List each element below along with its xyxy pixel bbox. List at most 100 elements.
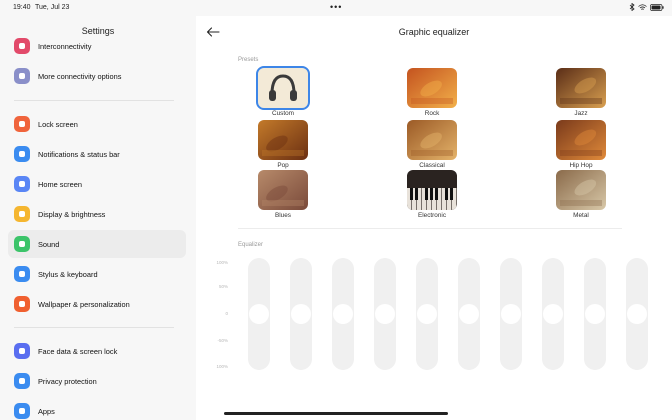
eq-band-knob[interactable]: [501, 304, 521, 324]
preset-hip-hop[interactable]: Hip Hop: [546, 120, 616, 169]
eq-band-knob[interactable]: [417, 304, 437, 324]
settings-item-label: Interconnectivity: [38, 41, 92, 51]
eq-scale-label: 100%: [216, 260, 228, 265]
preset-blues-image: [258, 170, 308, 210]
eq-band-slider[interactable]: [542, 258, 564, 370]
status-bar: 19:40 Tue, Jul 23 •••: [0, 0, 672, 16]
settings-item-display[interactable]: Display & brightness: [8, 200, 186, 228]
settings-item-face-data[interactable]: Face data & screen lock: [8, 337, 186, 365]
preset-metal-image: [556, 170, 606, 210]
preset-metal[interactable]: Metal: [546, 170, 616, 219]
home-screen-icon: [14, 176, 30, 192]
preset-hip-hop-image: [556, 120, 606, 160]
preset-label: Jazz: [574, 110, 588, 117]
eq-scale-label: 100%: [216, 364, 228, 369]
settings-item-label: Lock screen: [38, 119, 78, 129]
preset-label: Classical: [419, 162, 445, 169]
system-icons: [629, 3, 664, 11]
settings-item-lock-screen[interactable]: Lock screen: [8, 110, 186, 138]
preset-jazz[interactable]: Jazz: [546, 68, 616, 117]
preset-electronic[interactable]: Electronic: [397, 170, 467, 219]
section-divider: [238, 228, 622, 229]
preset-electronic-image: [407, 170, 457, 210]
display-icon: [14, 206, 30, 222]
eq-band-knob[interactable]: [585, 304, 605, 324]
preset-pop[interactable]: Pop: [248, 120, 318, 169]
settings-item-more-connectivity[interactable]: More connectivity options: [8, 62, 186, 90]
eq-scale-label: 50%: [218, 284, 228, 289]
status-time: 19:40: [13, 4, 31, 11]
eq-band-slider[interactable]: [248, 258, 270, 370]
privacy-icon: [14, 373, 30, 389]
settings-item-wallpaper[interactable]: Wallpaper & personalization: [8, 290, 186, 318]
eq-band-knob[interactable]: [249, 304, 269, 324]
tablet-screen: 19:40 Tue, Jul 23 ••• Settings Interconn…: [0, 0, 672, 420]
settings-item-interconnectivity[interactable]: Interconnectivity: [8, 32, 186, 60]
eq-band-slider[interactable]: [500, 258, 522, 370]
apps-icon: [14, 403, 30, 419]
lock-screen-icon: [14, 116, 30, 132]
eq-band-slider[interactable]: [458, 258, 480, 370]
preset-jazz-image: [556, 68, 606, 108]
eq-band-knob[interactable]: [459, 304, 479, 324]
battery-icon: [650, 3, 664, 11]
settings-item-apps[interactable]: Apps: [8, 397, 186, 420]
preset-rock[interactable]: Rock: [397, 68, 467, 117]
eq-band-knob[interactable]: [543, 304, 563, 324]
settings-pane: Settings Interconnectivity More connectiv…: [0, 16, 196, 420]
eq-band-knob[interactable]: [333, 304, 353, 324]
preset-pop-image: [258, 120, 308, 160]
preset-label: Blues: [275, 212, 291, 219]
presets-section-label: Presets: [238, 57, 259, 63]
settings-item-home-screen[interactable]: Home screen: [8, 170, 186, 198]
eq-band-slider[interactable]: [626, 258, 648, 370]
settings-item-label: Wallpaper & personalization: [38, 299, 130, 309]
eq-band-knob[interactable]: [375, 304, 395, 324]
settings-divider: [14, 100, 174, 101]
preset-custom-image: [256, 66, 310, 110]
bluetooth-icon: [629, 3, 635, 11]
preset-classical[interactable]: Classical: [397, 120, 467, 169]
settings-item-label: Face data & screen lock: [38, 346, 118, 356]
wifi-icon: [638, 3, 647, 10]
equalizer-pane: Graphic equalizer Presets Custom Rock Jazz…: [196, 16, 672, 420]
eq-band-slider[interactable]: [584, 258, 606, 370]
status-date: Tue, Jul 23: [35, 4, 70, 11]
eq-band-slider[interactable]: [416, 258, 438, 370]
preset-blues[interactable]: Blues: [248, 170, 318, 219]
sound-icon: [14, 236, 30, 252]
preset-label: Pop: [277, 162, 289, 169]
settings-item-label: Stylus & keyboard: [38, 269, 98, 279]
settings-item-label: Notifications & status bar: [38, 149, 120, 159]
eq-band-knob[interactable]: [291, 304, 311, 324]
notifications-icon: [14, 146, 30, 162]
settings-item-label: Privacy protection: [38, 376, 97, 386]
eq-band-slider[interactable]: [374, 258, 396, 370]
stylus-keyboard-icon: [14, 266, 30, 282]
preset-label: Metal: [573, 212, 589, 219]
eq-band-knob[interactable]: [627, 304, 647, 324]
settings-item-label: Sound: [38, 239, 60, 249]
settings-item-label: Display & brightness: [38, 209, 106, 219]
home-indicator[interactable]: [224, 412, 448, 415]
preset-label: Electronic: [417, 212, 447, 219]
preset-classical-image: [407, 120, 457, 160]
eq-band-slider[interactable]: [332, 258, 354, 370]
more-dots-icon[interactable]: •••: [330, 2, 342, 12]
wallpaper-icon: [14, 296, 30, 312]
preset-custom[interactable]: Custom: [248, 66, 318, 117]
settings-item-notifications[interactable]: Notifications & status bar: [8, 140, 186, 168]
preset-label: Custom: [271, 110, 295, 117]
eq-scale-label: -50%: [217, 338, 228, 343]
settings-item-sound[interactable]: Sound: [8, 230, 186, 258]
more-connectivity-icon: [14, 68, 30, 84]
settings-item-privacy[interactable]: Privacy protection: [8, 367, 186, 395]
preset-label: Hip Hop: [569, 162, 593, 169]
settings-item-stylus-keyboard[interactable]: Stylus & keyboard: [8, 260, 186, 288]
eq-scale-label: 0: [225, 311, 228, 316]
preset-label: Rock: [424, 110, 440, 117]
equalizer-section-label: Equalizer: [238, 242, 264, 248]
page-title: Graphic equalizer: [398, 27, 470, 37]
settings-item-label: Apps: [38, 406, 55, 416]
eq-band-slider[interactable]: [290, 258, 312, 370]
